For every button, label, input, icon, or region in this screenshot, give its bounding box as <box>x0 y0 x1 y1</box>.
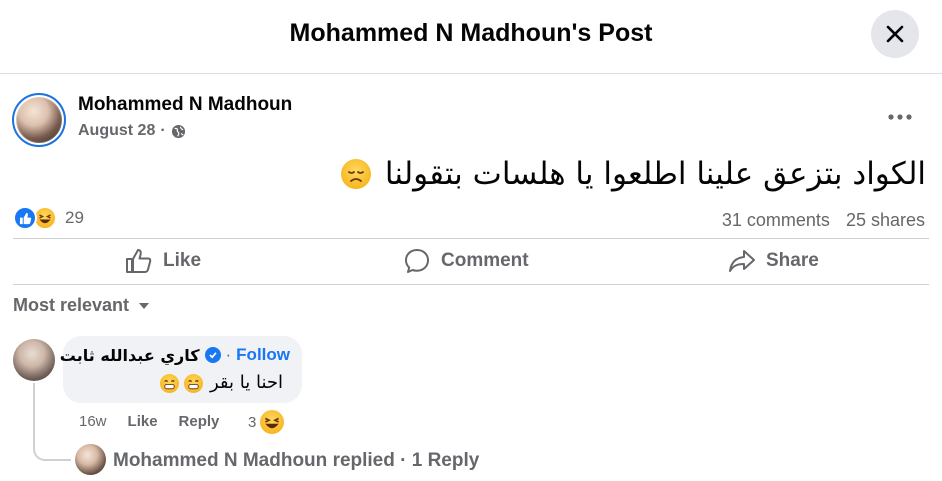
sort-label: Most relevant <box>13 295 130 315</box>
close-icon <box>886 25 904 43</box>
post-dialog-header: Mohammed N Madhoun's Post <box>0 0 942 74</box>
thumbs-up-icon <box>126 249 152 273</box>
comment-reply-button[interactable]: Reply <box>179 413 220 430</box>
globe-icon <box>171 124 185 138</box>
comment-reactions[interactable]: 3 <box>248 410 285 434</box>
share-button[interactable]: Share <box>728 240 819 282</box>
commenter-avatar[interactable] <box>13 339 55 381</box>
comment-like-button[interactable]: Like <box>128 413 158 430</box>
post-author-avatar[interactable] <box>12 93 66 147</box>
grinning-face-emoji <box>184 373 204 393</box>
like-reaction-icon <box>13 206 37 230</box>
close-button[interactable] <box>871 10 919 58</box>
comments-count-link[interactable]: 31 comments <box>722 210 830 231</box>
divider-bottom <box>13 284 929 285</box>
share-label: Share <box>766 250 819 271</box>
follow-button[interactable]: Follow <box>236 345 290 365</box>
post-body: الكواد بتزعق علينا اطلعوا يا هلسات بتقول… <box>384 156 926 192</box>
dialog-title: Mohammed N Madhoun's Post <box>289 19 653 47</box>
reply-summary-text: replied · 1 Reply <box>332 450 480 471</box>
view-replies-link[interactable]: Mohammed N Madhoun replied · 1 Reply <box>113 450 479 472</box>
comment-timestamp[interactable]: 16w <box>79 413 107 430</box>
comment-header: كاري عبدالله ثابت · Follow <box>60 345 290 365</box>
reaction-count: 29 <box>65 208 84 227</box>
caret-down-icon <box>139 302 150 309</box>
post-date[interactable]: August 28 <box>78 122 155 140</box>
reply-author-name: Mohammed N Madhoun <box>113 450 328 471</box>
comment-sort-dropdown[interactable]: Most relevant <box>13 295 151 316</box>
comment-bubble: كاري عبدالله ثابت · Follow احنا يا بقر <box>60 336 302 403</box>
more-horizontal-icon <box>888 114 912 120</box>
post-text: الكواد بتزعق علينا اطلعوا يا هلسات بتقول… <box>341 156 926 192</box>
verified-badge-icon <box>204 347 221 363</box>
comment-text: احنا يا بقر <box>159 372 283 393</box>
comment-reaction-count: 3 <box>248 413 257 431</box>
meta-separator: · <box>160 122 166 139</box>
post-author-name[interactable]: Mohammed N Madhoun <box>78 94 292 116</box>
like-label: Like <box>163 250 202 271</box>
comment-body: احنا يا بقر <box>209 372 283 393</box>
comment-actions: 16w Like Reply <box>79 413 219 430</box>
comment-bubble-icon <box>405 249 429 273</box>
comment-label: Comment <box>441 250 529 271</box>
share-arrow-icon <box>729 250 755 272</box>
haha-reaction-icon <box>260 410 285 434</box>
commenter-name[interactable]: كاري عبدالله ثابت <box>60 346 200 365</box>
comment-separator: · <box>225 345 232 364</box>
grinning-face-emoji <box>159 373 179 393</box>
divider-top <box>13 238 929 239</box>
post-options-button[interactable] <box>882 103 918 131</box>
reply-author-avatar[interactable] <box>75 444 106 475</box>
reactions-summary[interactable]: 29 <box>13 206 84 230</box>
comment-button[interactable]: Comment <box>403 240 529 282</box>
disappointed-face-emoji <box>341 158 372 189</box>
like-button[interactable]: Like <box>125 240 201 282</box>
post-meta: August 28 · <box>78 122 186 140</box>
engagement-counts: 31 comments 25 shares <box>722 210 925 231</box>
shares-count-link[interactable]: 25 shares <box>846 210 925 231</box>
